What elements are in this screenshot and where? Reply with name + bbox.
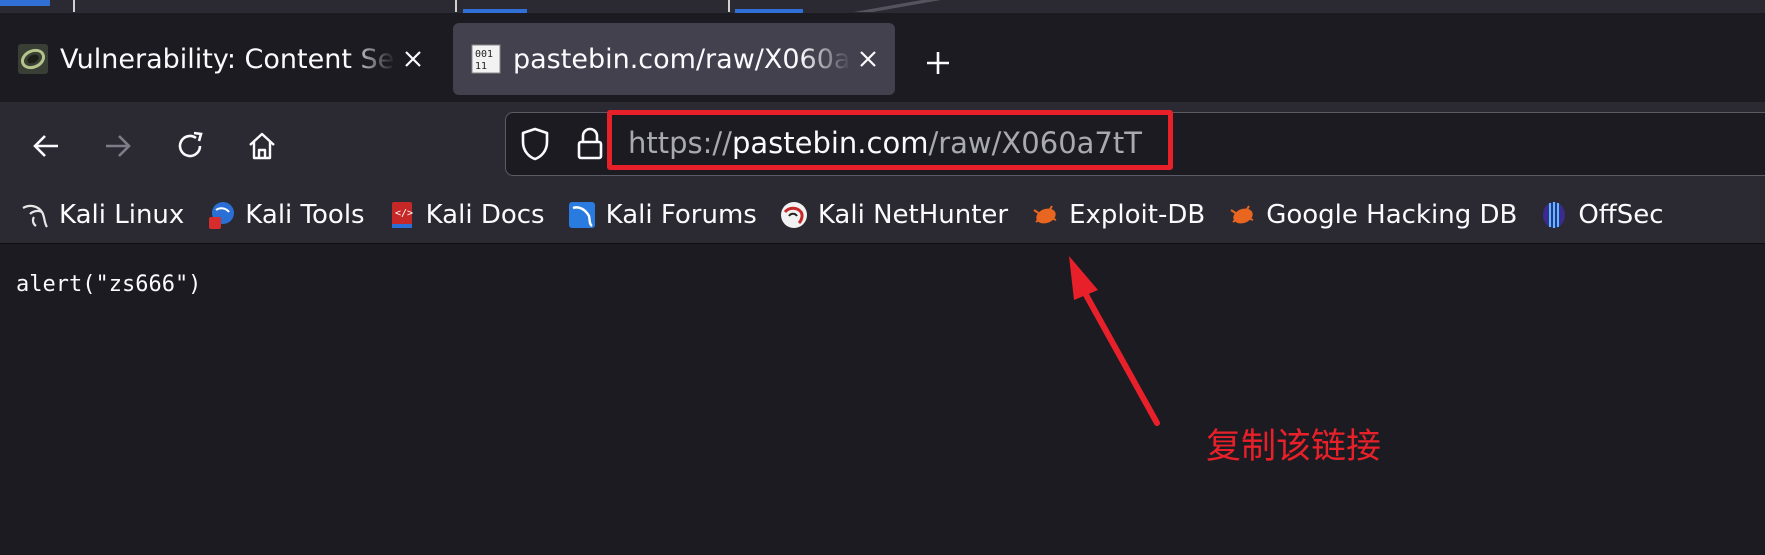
bookmark-label: Kali Docs xyxy=(425,200,545,230)
bookmark-kali-nethunter[interactable]: Kali NetHunter xyxy=(779,195,1008,235)
system-top-strip xyxy=(0,0,1765,13)
ghdb-icon xyxy=(1230,205,1254,224)
plus-icon xyxy=(927,52,949,74)
bookmarks-toolbar: Kali Linux Kali Tools </> Kali Docs Kali… xyxy=(0,187,1765,244)
bookmark-offsec[interactable]: OffSec xyxy=(1539,195,1664,235)
reload-button[interactable] xyxy=(168,124,212,168)
bookmark-label: Exploit-DB xyxy=(1069,200,1206,230)
reload-icon xyxy=(178,131,203,158)
tab-vulnerability-csp[interactable]: Vulnerability: Content Security Policy (… xyxy=(0,23,440,95)
page-content: alert("zs666") xyxy=(0,244,1765,555)
svg-text:</>: </> xyxy=(395,208,413,219)
tracking-protection-shield-icon[interactable] xyxy=(513,124,557,164)
offsec-icon xyxy=(1543,202,1566,228)
bookmark-label: Kali Tools xyxy=(245,200,365,230)
tab-title: Vulnerability: Content Security Policy (… xyxy=(60,43,396,75)
bookmark-google-hacking-db[interactable]: Google Hacking DB xyxy=(1227,195,1517,235)
navigation-toolbar: https://pastebin.com/raw/X060a7tT xyxy=(0,102,1765,187)
bookmark-kali-linux[interactable]: Kali Linux xyxy=(20,195,184,235)
bookmark-label: Kali Forums xyxy=(605,200,757,230)
bookmark-kali-docs[interactable]: </> Kali Docs xyxy=(387,195,545,235)
lock-icon[interactable] xyxy=(568,124,612,164)
forward-button[interactable] xyxy=(96,124,140,168)
bookmark-kali-tools[interactable]: Kali Tools xyxy=(206,195,365,235)
new-tab-button[interactable] xyxy=(918,43,958,83)
close-tab-icon[interactable] xyxy=(851,42,885,76)
raw-text-content: alert("zs666") xyxy=(16,272,202,297)
bookmark-label: Kali NetHunter xyxy=(817,200,1009,230)
kali-docs-icon: </> xyxy=(391,202,413,228)
bookmark-label: OffSec xyxy=(1578,200,1664,230)
home-icon xyxy=(249,132,275,160)
dvwa-favicon-icon xyxy=(18,44,48,74)
back-button[interactable] xyxy=(24,124,68,168)
tab-pastebin-raw[interactable]: 001 11 pastebin.com/raw/X060a7tT xyxy=(453,23,895,95)
kali-nethunter-icon xyxy=(780,202,807,228)
bookmark-exploit-db[interactable]: Exploit-DB xyxy=(1030,195,1205,235)
exploit-db-icon xyxy=(1033,205,1057,224)
back-arrow-icon xyxy=(33,135,58,157)
tab-title: pastebin.com/raw/X060a7tT xyxy=(513,43,851,75)
url-highlight-box xyxy=(607,110,1173,170)
kali-tools-icon xyxy=(209,202,235,229)
raw-text-favicon-icon: 001 11 xyxy=(471,44,501,74)
home-button[interactable] xyxy=(240,124,284,168)
annotation-note: 复制该链接 xyxy=(1206,427,1382,467)
svg-text:11: 11 xyxy=(475,61,487,72)
bookmark-label: Kali Linux xyxy=(59,200,185,230)
kali-dragon-icon xyxy=(22,204,48,228)
tab-strip: Vulnerability: Content Security Policy (… xyxy=(0,13,1765,102)
bookmark-label: Google Hacking DB xyxy=(1266,200,1518,230)
kali-forums-icon xyxy=(568,202,595,228)
svg-text:001: 001 xyxy=(475,49,493,60)
forward-arrow-icon xyxy=(106,135,131,157)
close-tab-icon[interactable] xyxy=(396,42,430,76)
bookmark-kali-forums[interactable]: Kali Forums xyxy=(567,195,757,235)
